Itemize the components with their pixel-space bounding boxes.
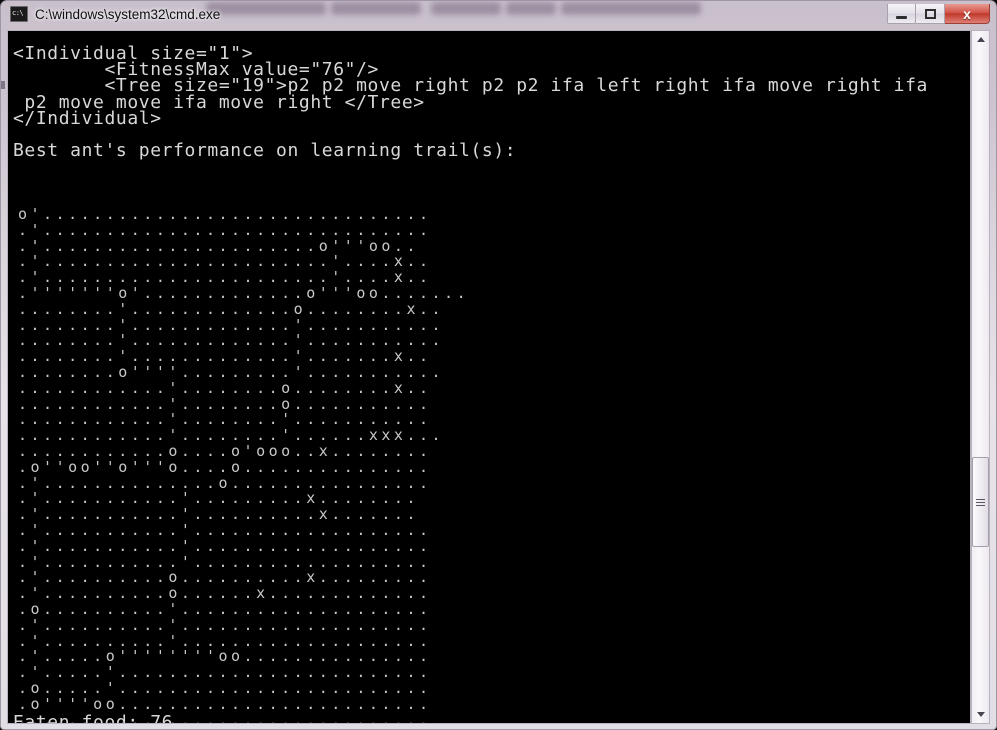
cmd-window: C:\windows\system32\cmd.exe x <Individua… — [0, 0, 997, 730]
console-client-area[interactable]: <Individual size="1"> <FitnessMax value=… — [7, 30, 971, 724]
minimize-icon — [896, 15, 907, 19]
scroll-up-button[interactable] — [972, 31, 989, 48]
console-text-top: <Individual size="1"> <FitnessMax value=… — [13, 44, 928, 176]
ant-trail-grid: o'............................... .'.....… — [18, 206, 469, 723]
console-line: </Individual> — [13, 107, 162, 129]
window-edge-artifact — [1, 81, 5, 89]
titlebar[interactable]: C:\windows\system32\cmd.exe x — [1, 1, 997, 27]
cmd-icon — [10, 6, 28, 22]
scroll-down-button[interactable] — [972, 706, 989, 723]
grip-icon — [976, 497, 985, 508]
close-button[interactable]: x — [945, 4, 990, 24]
console-line: Best ant's performance on learning trail… — [13, 140, 517, 162]
scroll-up-icon — [976, 37, 985, 42]
close-icon: x — [963, 5, 971, 22]
scrollbar-thumb[interactable] — [972, 457, 989, 547]
window-controls: x — [887, 3, 990, 25]
console-output: <Individual size="1"> <FitnessMax value=… — [8, 31, 970, 724]
console-line: Eaten food: 76 — [13, 712, 174, 724]
window-title: C:\windows\system32\cmd.exe — [35, 6, 221, 22]
maximize-icon — [924, 8, 936, 19]
maximize-button[interactable] — [916, 4, 945, 24]
console-text-bottom: Eaten food: 76Food eaten in all the envi… — [13, 712, 436, 724]
scroll-down-icon — [976, 712, 985, 717]
vertical-scrollbar[interactable] — [971, 30, 990, 724]
minimize-button[interactable] — [887, 4, 916, 24]
